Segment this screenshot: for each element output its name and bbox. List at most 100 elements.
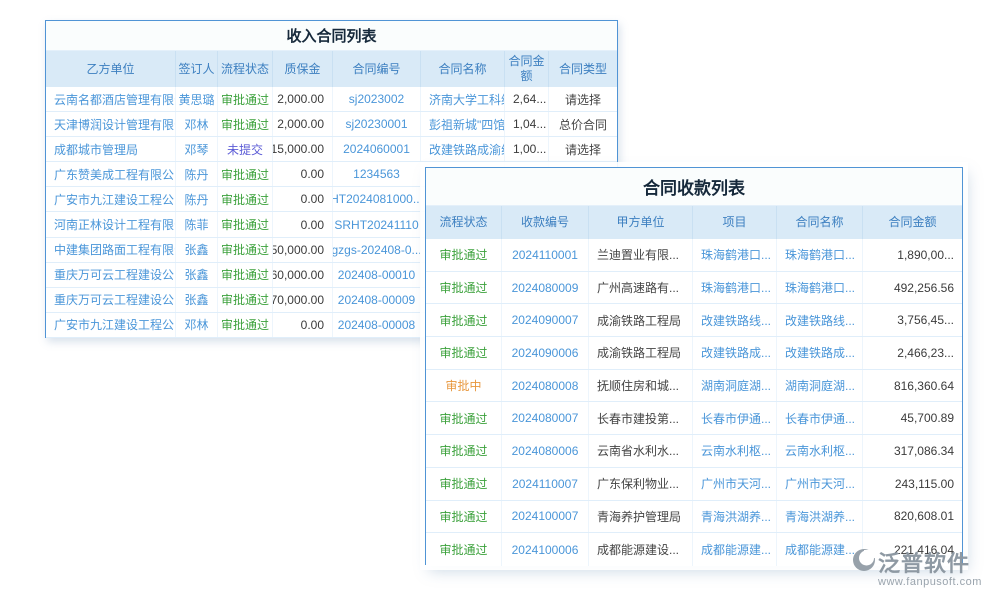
- signer-cell[interactable]: 邓琴: [176, 137, 218, 161]
- receipt-no-cell[interactable]: 2024110001: [502, 239, 589, 271]
- contract-type-cell[interactable]: 请选择: [549, 137, 617, 161]
- contract-no-cell[interactable]: 1234563: [333, 162, 421, 186]
- contract-name-cell[interactable]: 改建铁路线...: [777, 304, 863, 336]
- col-status: 流程状态: [218, 51, 273, 87]
- signer-cell[interactable]: 陈菲: [176, 212, 218, 236]
- receipt-no-cell[interactable]: 2024090006: [502, 337, 589, 369]
- signer-cell[interactable]: 黄思璐: [176, 87, 218, 111]
- col-party-b: 乙方单位: [46, 51, 176, 87]
- project-cell[interactable]: 长春市伊通...: [693, 402, 777, 434]
- deposit-cell: 60,000.00: [273, 263, 333, 287]
- receipt-table-row[interactable]: 审批通过 2024090006 成渝铁路工程局 改建铁路成... 改建铁路成..…: [426, 337, 962, 370]
- income-table-row[interactable]: 天津博润设计管理有限公司 邓林 审批通过 2,000.00 sj20230001…: [46, 112, 617, 137]
- contract-no-cell[interactable]: sj2023002: [333, 87, 421, 111]
- contract-no-cell[interactable]: 202408-00010: [333, 263, 421, 287]
- signer-cell[interactable]: 张鑫: [176, 238, 218, 262]
- col-contract-name: 合同名称: [421, 51, 505, 87]
- contract-type-cell[interactable]: 请选择: [549, 87, 617, 111]
- contract-name-cell[interactable]: 广州市天河...: [777, 468, 863, 500]
- status-cell: 审批通过: [426, 272, 502, 304]
- deposit-cell: 50,000.00: [273, 238, 333, 262]
- project-cell[interactable]: 广州市天河...: [693, 468, 777, 500]
- col-signer: 签订人: [176, 51, 218, 87]
- contract-no-cell[interactable]: sj20230001: [333, 112, 421, 136]
- project-cell[interactable]: 改建铁路线...: [693, 304, 777, 336]
- project-cell[interactable]: 珠海鹤港口...: [693, 272, 777, 304]
- income-table-row[interactable]: 云南名都酒店管理有限公司 黄思璐 审批通过 2,000.00 sj2023002…: [46, 87, 617, 112]
- party-b-cell[interactable]: 重庆万可云工程建设公司: [46, 263, 176, 287]
- contract-no-cell[interactable]: gzgs-202408-0...: [333, 238, 421, 262]
- project-cell[interactable]: 青海洪湖养...: [693, 501, 777, 533]
- contract-name-cell[interactable]: 长春市伊通...: [777, 402, 863, 434]
- receipt-no-cell[interactable]: 2024080008: [502, 370, 589, 402]
- party-b-cell[interactable]: 成都城市管理局: [46, 137, 176, 161]
- contract-name-cell[interactable]: 珠海鹤港口...: [777, 239, 863, 271]
- receipt-no-cell[interactable]: 2024080007: [502, 402, 589, 434]
- contract-no-cell[interactable]: HT2024081000...: [333, 187, 421, 211]
- signer-cell[interactable]: 邓林: [176, 313, 218, 337]
- project-cell[interactable]: 改建铁路成...: [693, 337, 777, 369]
- signer-cell[interactable]: 陈丹: [176, 187, 218, 211]
- party-a-cell: 兰迪置业有限...: [589, 239, 693, 271]
- contract-name-cell[interactable]: 珠海鹤港口...: [777, 272, 863, 304]
- party-b-cell[interactable]: 广东赞美成工程有限公司: [46, 162, 176, 186]
- col-deposit: 质保金: [273, 51, 333, 87]
- receipt-table-row[interactable]: 审批通过 2024080006 云南省水利水... 云南水利枢... 云南水利枢…: [426, 435, 962, 468]
- project-cell[interactable]: 湖南洞庭湖...: [693, 370, 777, 402]
- party-b-cell[interactable]: 广安市九江建设工程公司: [46, 187, 176, 211]
- contract-name-cell[interactable]: 改建铁路成渝线...: [421, 137, 505, 161]
- receipt-no-cell[interactable]: 2024080009: [502, 272, 589, 304]
- project-cell[interactable]: 成都能源建...: [693, 533, 777, 566]
- contract-name-cell[interactable]: 改建铁路成...: [777, 337, 863, 369]
- contract-name-cell[interactable]: 济南大学工科综...: [421, 87, 505, 111]
- amount-cell: 2,64...: [505, 87, 549, 111]
- receipt-table-row[interactable]: 审批通过 2024110007 广东保利物业... 广州市天河... 广州市天河…: [426, 468, 962, 501]
- receipt-no-cell[interactable]: 2024080006: [502, 435, 589, 467]
- receipt-no-cell[interactable]: 2024110007: [502, 468, 589, 500]
- col-status: 流程状态: [426, 206, 502, 239]
- deposit-cell: 70,000.00: [273, 288, 333, 312]
- contract-no-cell[interactable]: 202408-00009: [333, 288, 421, 312]
- status-cell: 审批通过: [426, 304, 502, 336]
- party-b-cell[interactable]: 广安市九江建设工程公司: [46, 313, 176, 337]
- brand-logo-icon: [852, 548, 876, 577]
- contract-no-cell[interactable]: 2024060001: [333, 137, 421, 161]
- status-cell: 审批通过: [426, 501, 502, 533]
- contract-name-cell[interactable]: 彭祖新城"四馆"...: [421, 112, 505, 136]
- receipt-table-row[interactable]: 审批通过 2024100007 青海养护管理局 青海洪湖养... 青海洪湖养..…: [426, 501, 962, 534]
- contract-name-cell[interactable]: 湖南洞庭湖...: [777, 370, 863, 402]
- party-b-cell[interactable]: 天津博润设计管理有限公司: [46, 112, 176, 136]
- income-table-row[interactable]: 成都城市管理局 邓琴 未提交 15,000.00 2024060001 改建铁路…: [46, 137, 617, 162]
- contract-type-cell[interactable]: 总价合同: [549, 112, 617, 136]
- col-project: 项目: [693, 206, 777, 239]
- signer-cell[interactable]: 邓林: [176, 112, 218, 136]
- signer-cell[interactable]: 张鑫: [176, 263, 218, 287]
- contract-no-cell[interactable]: SRHT20241110: [333, 212, 421, 236]
- signer-cell[interactable]: 张鑫: [176, 288, 218, 312]
- col-party-a: 甲方单位: [589, 206, 693, 239]
- receipt-no-cell[interactable]: 2024100006: [502, 533, 589, 566]
- receipt-no-cell[interactable]: 2024100007: [502, 501, 589, 533]
- receipt-table-row[interactable]: 审批通过 2024080009 广州高速路有... 珠海鹤港口... 珠海鹤港口…: [426, 272, 962, 305]
- status-cell: 审批通过: [218, 162, 273, 186]
- signer-cell[interactable]: 陈丹: [176, 162, 218, 186]
- contract-name-cell[interactable]: 成都能源建...: [777, 533, 863, 566]
- project-cell[interactable]: 云南水利枢...: [693, 435, 777, 467]
- party-b-cell[interactable]: 云南名都酒店管理有限公司: [46, 87, 176, 111]
- party-b-cell[interactable]: 中建集团路面工程有限公司: [46, 238, 176, 262]
- project-cell[interactable]: 珠海鹤港口...: [693, 239, 777, 271]
- receipt-table-row[interactable]: 审批通过 2024080007 长春市建投第... 长春市伊通... 长春市伊通…: [426, 402, 962, 435]
- contract-no-cell[interactable]: 202408-00008: [333, 313, 421, 337]
- status-cell: 未提交: [218, 137, 273, 161]
- deposit-cell: 0.00: [273, 162, 333, 186]
- party-b-cell[interactable]: 重庆万可云工程建设公司: [46, 288, 176, 312]
- col-contract-no: 合同编号: [333, 51, 421, 87]
- receipt-table-row[interactable]: 审批通过 2024090007 成渝铁路工程局 改建铁路线... 改建铁路线..…: [426, 304, 962, 337]
- receipt-table-row[interactable]: 审批中 2024080008 抚顺住房和城... 湖南洞庭湖... 湖南洞庭湖.…: [426, 370, 962, 403]
- contract-name-cell[interactable]: 云南水利枢...: [777, 435, 863, 467]
- receipt-table-row[interactable]: 审批通过 2024110001 兰迪置业有限... 珠海鹤港口... 珠海鹤港口…: [426, 239, 962, 272]
- party-b-cell[interactable]: 河南正林设计工程有限公司: [46, 212, 176, 236]
- contract-name-cell[interactable]: 青海洪湖养...: [777, 501, 863, 533]
- receipt-no-cell[interactable]: 2024090007: [502, 304, 589, 336]
- receipt-table-title: 合同收款列表: [426, 168, 962, 206]
